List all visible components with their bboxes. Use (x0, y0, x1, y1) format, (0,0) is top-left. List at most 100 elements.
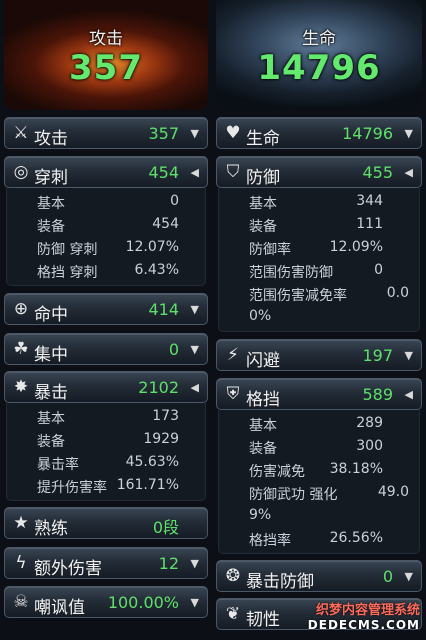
stat-crit-defense-label: 暴击防御 (246, 572, 314, 592)
stat-evasion-label: 闪避 (246, 351, 280, 371)
stat-tenacity-label: 韧性 (246, 610, 280, 630)
chevron-down-icon[interactable]: ▼ (191, 343, 199, 356)
hp-banner-title: 生命 (302, 29, 336, 49)
detail-row: 基本 173 (37, 408, 179, 427)
stat-evasion-value: 197 (362, 346, 393, 365)
detail-row: 装备 111 (249, 216, 383, 235)
stat-focus-label: 集中 (34, 345, 68, 365)
detail-row: 防御 穿刺 12.07% (37, 239, 179, 258)
detail-row-wrap: 9% (249, 507, 272, 523)
stat-crit-defense-value: 0 (382, 567, 393, 586)
chevron-left-icon[interactable]: ◀ (191, 381, 199, 394)
stat-critical-value: 2102 (138, 378, 179, 397)
stat-taunt-label: 嘲讽值 (34, 598, 85, 618)
detail-row: 格挡率 26.56% (249, 530, 383, 549)
watermark-line2: DEDECMS.COM (307, 618, 420, 632)
stat-block[interactable]: ⛨ 格挡 589 ◀ (216, 378, 422, 410)
detail-row: 伤害减免 38.18% (249, 461, 383, 480)
detail-row: 暴击率 45.63% (37, 454, 179, 473)
detail-row: 格挡 穿刺 6.43% (37, 262, 179, 281)
stat-hp-label: 生命 (246, 129, 280, 149)
stat-extra-damage-value: 12 (158, 554, 179, 573)
starburst-icon: ✸ (13, 377, 29, 397)
stat-focus[interactable]: ☘ 集中 0 ▼ (4, 333, 208, 365)
chevron-left-icon[interactable]: ◀ (191, 166, 199, 179)
detail-row: 提升伤害率 161.71% (37, 477, 179, 496)
block-shield-icon: ⛨ (226, 384, 240, 404)
crit-defense-icon: ❂ (225, 566, 241, 586)
chevron-down-icon[interactable]: ▼ (405, 570, 413, 583)
stat-attack-label: 攻击 (34, 129, 68, 149)
defense-details: 基本 344 装备 111 防御率 12.09% 范围伤害防御 0 范围伤害减免率 0.0… (218, 188, 420, 332)
chevron-down-icon[interactable]: ▼ (191, 127, 199, 140)
heart-icon: ♥ (225, 123, 241, 143)
hp-column: 生命 14796 ♥ 生命 14796 ▼ ⛉ 防御 455 ◀ 基本 344 装… (212, 0, 426, 640)
stat-accuracy[interactable]: ⊕ 命中 414 ▼ (4, 293, 208, 325)
stat-critical-label: 暴击 (34, 383, 68, 403)
crossed-swords-icon: ⚔ (13, 123, 29, 143)
stat-defense-label: 防御 (246, 168, 280, 188)
detail-row: 防御武功 强化 49.0 (249, 484, 409, 503)
chevron-down-icon[interactable]: ▼ (191, 596, 199, 609)
chevron-down-icon[interactable]: ▼ (405, 349, 413, 362)
detail-row: 装备 1929 (37, 431, 179, 450)
watermark-line1: 织梦内容管理系统 (315, 603, 420, 618)
detail-row: 装备 300 (249, 438, 383, 457)
stat-hp[interactable]: ♥ 生命 14796 ▼ (216, 117, 422, 149)
stat-pierce-label: 穿刺 (34, 168, 68, 188)
block-details: 基本 289 装备 300 伤害减免 38.18% 防御武功 强化 49.0 9% 格挡… (218, 410, 420, 554)
stat-defense-value: 455 (362, 163, 393, 182)
critical-details: 基本 173 装备 1929 暴击率 45.63% 提升伤害率 161.71% (6, 403, 206, 501)
skull-icon: ☠ (13, 592, 29, 612)
detail-row: 范围伤害防御 0 (249, 262, 383, 281)
stat-pierce-value: 454 (148, 163, 179, 182)
attack-banner: 攻击 357 (4, 0, 208, 110)
stat-mastery-value: 0段 (152, 518, 179, 537)
stat-block-value: 589 (362, 385, 393, 404)
pierce-details: 基本 0 装备 454 防御 穿刺 12.07% 格挡 穿刺 6.43% (6, 188, 206, 286)
dash-icon: ⚡ (227, 345, 239, 365)
focus-icon: ☘ (13, 339, 29, 359)
tenacity-icon: ❦ (225, 604, 241, 624)
detail-row-wrap: 0% (249, 308, 272, 324)
stat-hp-value: 14796 (342, 124, 393, 143)
target-ring-icon: ◎ (13, 162, 29, 182)
stat-crit-defense[interactable]: ❂ 暴击防御 0 ▼ (216, 560, 422, 592)
mastery-star-icon: ★ (13, 513, 29, 533)
stat-extra-damage[interactable]: ϟ 额外伤害 12 ▼ (4, 547, 208, 579)
chevron-left-icon[interactable]: ◀ (405, 166, 413, 179)
hp-banner: 生命 14796 (216, 0, 422, 110)
chevron-down-icon[interactable]: ▼ (191, 557, 199, 570)
stat-attack[interactable]: ⚔ 攻击 357 ▼ (4, 117, 208, 149)
stat-attack-value: 357 (148, 124, 179, 143)
detail-row: 防御率 12.09% (249, 239, 383, 258)
stat-pierce[interactable]: ◎ 穿刺 454 ◀ (4, 156, 208, 188)
stat-mastery-label: 熟练 (34, 519, 68, 539)
stat-extra-damage-label: 额外伤害 (34, 559, 102, 579)
stat-taunt[interactable]: ☠ 嘲讽值 100.00% ▼ (4, 586, 208, 618)
chevron-down-icon[interactable]: ▼ (405, 127, 413, 140)
stat-accuracy-label: 命中 (34, 305, 68, 325)
stat-evasion[interactable]: ⚡ 闪避 197 ▼ (216, 339, 422, 371)
chevron-left-icon[interactable]: ◀ (405, 388, 413, 401)
detail-row: 装备 454 (37, 216, 179, 235)
attack-column: 攻击 357 ⚔ 攻击 357 ▼ ◎ 穿刺 454 ◀ 基本 0 装备 454 防… (0, 0, 212, 640)
stat-critical[interactable]: ✸ 暴击 2102 ◀ (4, 371, 208, 403)
stat-block-label: 格挡 (246, 390, 280, 410)
detail-row: 基本 344 (249, 193, 383, 212)
attack-banner-value: 357 (69, 48, 143, 88)
detail-row: 基本 0 (37, 193, 179, 212)
detail-row: 范围伤害减免率 0.0 (249, 285, 409, 304)
shield-icon: ⛉ (226, 162, 240, 182)
stat-mastery[interactable]: ★ 熟练 0段 (4, 507, 208, 539)
stat-taunt-value: 100.00% (107, 593, 179, 612)
stat-defense[interactable]: ⛉ 防御 455 ◀ (216, 156, 422, 188)
crosshair-icon: ⊕ (13, 299, 29, 319)
hp-banner-value: 14796 (257, 48, 381, 88)
stat-accuracy-value: 414 (148, 300, 179, 319)
chevron-down-icon[interactable]: ▼ (191, 303, 199, 316)
watermark: 织梦内容管理系统 DEDECMS.COM (308, 603, 420, 633)
attack-banner-title: 攻击 (89, 29, 123, 49)
lightning-icon: ϟ (15, 553, 27, 573)
detail-row: 基本 289 (249, 415, 383, 434)
